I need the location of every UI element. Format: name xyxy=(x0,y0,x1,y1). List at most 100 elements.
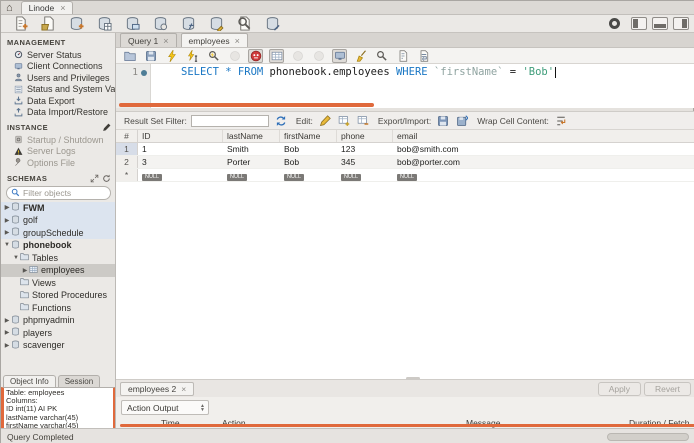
tree-item-employees[interactable]: ▶ employees xyxy=(1,264,115,277)
create-table-icon[interactable] xyxy=(96,16,113,32)
chevron-right-icon[interactable]: ▶ xyxy=(3,329,11,336)
sidebar-item-client-connections[interactable]: Client Connections xyxy=(1,61,115,73)
close-icon[interactable]: × xyxy=(235,36,240,46)
tree-item-stored-procedures[interactable]: Stored Procedures xyxy=(1,289,115,302)
chevron-right-icon[interactable]: ▶ xyxy=(3,342,11,349)
toggle-bottom-panel-icon[interactable] xyxy=(652,17,668,30)
output-selector[interactable]: Action Output ▲ ▼ xyxy=(121,400,209,415)
reconnect-icon[interactable] xyxy=(264,16,281,32)
wrap-text-icon[interactable] xyxy=(416,49,431,63)
create-procedure-icon[interactable] xyxy=(152,16,169,32)
expand-collapse-icon[interactable] xyxy=(90,174,99,183)
tree-item-views[interactable]: Views xyxy=(1,277,115,290)
beautify-icon[interactable] xyxy=(353,49,368,63)
chevron-right-icon[interactable]: ▶ xyxy=(3,204,11,211)
chevron-right-icon[interactable]: ▶ xyxy=(3,317,11,324)
toggle-right-panel-icon[interactable] xyxy=(673,17,689,30)
sidebar-item-status-and-system-variables[interactable]: Status and System Variables xyxy=(1,84,115,96)
connection-tab-linode[interactable]: Linode × xyxy=(20,1,74,14)
refresh-schemas-icon[interactable] xyxy=(102,174,111,183)
tab-session[interactable]: Session xyxy=(57,375,101,387)
grid-cell[interactable]: NULL xyxy=(337,169,393,181)
grid-rownum-cell[interactable]: 1 xyxy=(116,143,138,155)
status-circle-icon[interactable] xyxy=(609,18,620,29)
grid-col-id[interactable]: ID xyxy=(138,130,223,142)
toggle-left-panel-icon[interactable] xyxy=(631,17,647,30)
spinner-icon[interactable]: ▲ ▼ xyxy=(200,403,205,412)
home-icon[interactable]: ⌂ xyxy=(6,2,13,14)
execute-current-icon[interactable] xyxy=(185,49,200,63)
sidebar-item-options-file[interactable]: Options File xyxy=(1,157,115,169)
instance-config-icon[interactable] xyxy=(102,123,111,132)
open-sql-file-icon[interactable] xyxy=(40,16,57,32)
close-icon[interactable]: × xyxy=(181,384,186,394)
insert-row-icon[interactable] xyxy=(337,114,351,127)
sidebar-item-data-import-restore[interactable]: Data Import/Restore xyxy=(1,107,115,119)
result-tab-employees-2[interactable]: employees 2 × xyxy=(120,381,195,396)
grid-col-email[interactable]: email xyxy=(393,130,694,142)
explain-icon[interactable] xyxy=(206,49,221,63)
chevron-right-icon[interactable]: ▶ xyxy=(3,229,11,236)
tree-item-phonebook[interactable]: ▼ phonebook xyxy=(1,239,115,252)
wrap-cell-icon[interactable] xyxy=(554,114,568,127)
chevron-down-icon[interactable]: ▼ xyxy=(12,255,20,261)
grid-cell[interactable]: 345 xyxy=(337,156,393,168)
splitter-handle[interactable] xyxy=(405,377,420,380)
grid-col-firstname[interactable]: firstName xyxy=(280,130,337,142)
create-function-icon[interactable] xyxy=(180,16,197,32)
invisible-chars-icon[interactable] xyxy=(395,49,410,63)
limit-rows-icon[interactable] xyxy=(269,48,284,63)
sidebar-item-startup-shutdown[interactable]: Startup / Shutdown xyxy=(1,134,115,146)
create-schema-icon[interactable] xyxy=(68,16,85,32)
grid-cell[interactable]: NULL xyxy=(223,169,280,181)
tree-item-phpmyadmin[interactable]: ▶ phpmyadmin xyxy=(1,314,115,327)
grid-cell[interactable]: Smith xyxy=(223,143,280,155)
grid-cell[interactable]: Porter xyxy=(223,156,280,168)
close-icon[interactable]: × xyxy=(60,3,65,13)
grid-col-rownum[interactable]: # xyxy=(116,130,138,142)
toggle-stop-on-error-icon[interactable] xyxy=(248,48,263,63)
statusbar-scrollbar-thumb[interactable] xyxy=(607,432,689,441)
tab-query-1[interactable]: Query 1 × xyxy=(120,33,177,47)
tree-item-groupschedule[interactable]: ▶ groupSchedule xyxy=(1,226,115,239)
grid-new-row[interactable]: * NULL NULL NULL NULL NULL xyxy=(116,169,694,182)
tab-object-info[interactable]: Object Info xyxy=(3,375,56,387)
tab-employees[interactable]: employees × xyxy=(180,33,248,47)
grid-cell[interactable]: bob@porter.com xyxy=(393,156,694,168)
grid-rownum-cell[interactable]: 2 xyxy=(116,156,138,168)
close-icon[interactable]: × xyxy=(163,36,168,46)
grid-cell[interactable]: NULL xyxy=(138,169,223,181)
chevron-down-icon[interactable]: ▼ xyxy=(3,242,11,248)
grid-col-phone[interactable]: phone xyxy=(337,130,393,142)
import-records-icon[interactable] xyxy=(455,114,469,127)
execute-icon[interactable] xyxy=(164,49,179,63)
export-recordset-icon[interactable] xyxy=(436,114,450,127)
grid-rownum-cell[interactable]: * xyxy=(116,169,138,181)
search-data-icon[interactable] xyxy=(236,16,253,32)
grid-cell[interactable]: NULL xyxy=(280,169,337,181)
grid-cell[interactable]: Bob xyxy=(280,143,337,155)
grid-cell[interactable]: 3 xyxy=(138,156,223,168)
open-script-icon[interactable] xyxy=(122,49,137,63)
schema-filter[interactable] xyxy=(6,185,111,200)
tree-item-functions[interactable]: Functions xyxy=(1,302,115,315)
grid-cell[interactable]: 1 xyxy=(138,143,223,155)
sidebar-item-server-logs[interactable]: Server Logs xyxy=(1,146,115,158)
grid-row[interactable]: 2 3 Porter Bob 345 bob@porter.com xyxy=(116,156,694,169)
tree-item-tables[interactable]: ▼ Tables xyxy=(1,252,115,265)
delete-row-icon[interactable] xyxy=(356,114,370,127)
result-filter-input[interactable] xyxy=(190,114,269,127)
tree-item-golf[interactable]: ▶ golf xyxy=(1,214,115,227)
tree-item-fwm[interactable]: ▶ FWM xyxy=(1,201,115,214)
schema-filter-input[interactable] xyxy=(23,187,103,198)
find-icon[interactable] xyxy=(374,49,389,63)
tree-item-scavenger[interactable]: ▶ scavenger xyxy=(1,339,115,352)
sidebar-item-server-status[interactable]: Server Status xyxy=(1,49,115,61)
alter-object-icon[interactable] xyxy=(208,16,225,32)
chevron-right-icon[interactable]: ▶ xyxy=(3,217,11,224)
edit-record-icon[interactable] xyxy=(318,114,332,127)
apply-button[interactable]: Apply xyxy=(597,381,641,396)
tree-item-players[interactable]: ▶ players xyxy=(1,327,115,340)
grid-col-lastname[interactable]: lastName xyxy=(223,130,280,142)
sql-code-editor[interactable]: 1 SELECT * FROM phonebook.employees WHER… xyxy=(116,64,694,108)
